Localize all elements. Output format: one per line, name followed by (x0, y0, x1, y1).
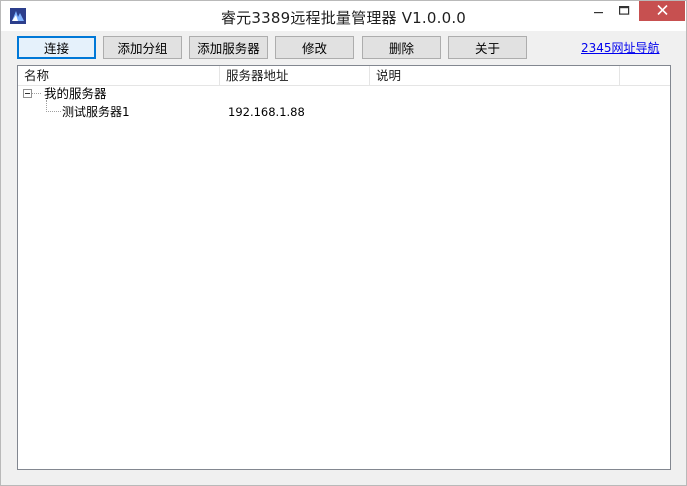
add-server-button[interactable]: 添加服务器 (189, 36, 268, 59)
column-header-row: 名称 服务器地址 说明 (18, 66, 670, 86)
maximize-icon (618, 5, 630, 19)
tree-group-row[interactable]: 我的服务器 (18, 85, 670, 103)
close-icon (656, 4, 668, 18)
edit-button[interactable]: 修改 (275, 36, 354, 59)
server-tree-list[interactable]: 名称 服务器地址 说明 我的服务器 测试服务器1 192.168.1.88 (17, 65, 671, 470)
tree-connector-line (32, 93, 41, 94)
tree-server-row[interactable]: 测试服务器1 192.168.1.88 (18, 100, 670, 121)
delete-button[interactable]: 删除 (362, 36, 441, 59)
column-header-name[interactable]: 名称 (18, 66, 220, 85)
tree-collapse-icon[interactable] (23, 89, 32, 98)
title-bar[interactable]: 睿元3389远程批量管理器 V1.0.0.0 (1, 1, 686, 31)
connect-button[interactable]: 连接 (17, 36, 96, 59)
close-button[interactable] (639, 1, 685, 21)
column-header-description[interactable]: 说明 (370, 66, 620, 85)
minimize-icon (594, 5, 604, 19)
add-group-button[interactable]: 添加分组 (103, 36, 182, 59)
about-button[interactable]: 关于 (448, 36, 527, 59)
nav-link-2345[interactable]: 2345网址导航 (581, 39, 660, 56)
tree-child-connector-line (46, 100, 61, 112)
toolbar: 连接 添加分组 添加服务器 修改 删除 关于 2345网址导航 (1, 31, 686, 63)
server-name: 测试服务器1 (62, 105, 130, 119)
column-header-address[interactable]: 服务器地址 (220, 66, 370, 85)
maximize-button[interactable] (609, 1, 639, 23)
app-window: 睿元3389远程批量管理器 V1.0.0.0 连接 添加分组 添加服务器 修改 … (0, 0, 687, 486)
server-address: 192.168.1.88 (228, 105, 305, 119)
